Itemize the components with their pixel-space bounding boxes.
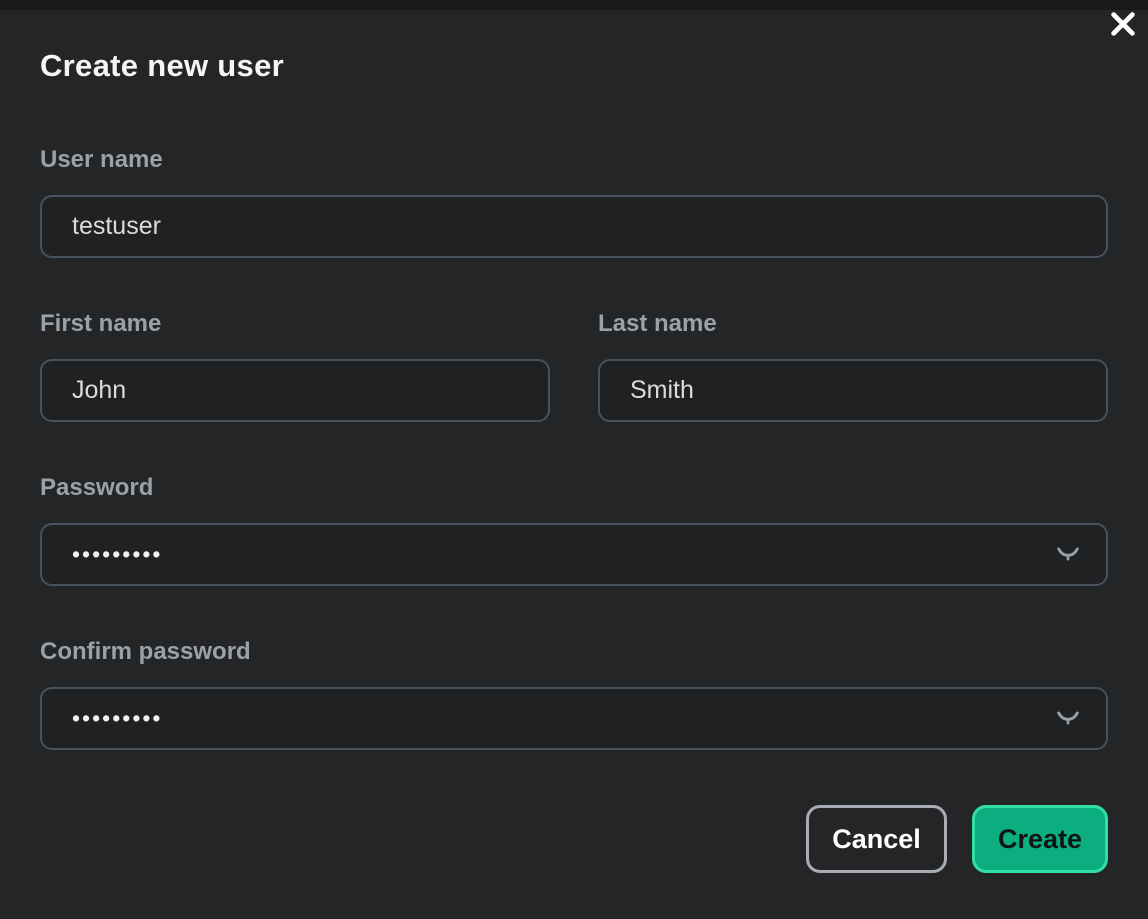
eye-closed-icon [1052, 703, 1084, 734]
confirm-password-input[interactable] [72, 705, 1040, 732]
dialog-footer: Cancel Create [40, 805, 1108, 873]
confirm-password-label: Confirm password [40, 638, 1108, 666]
password-input-box [40, 523, 1108, 586]
password-field-group: Password [40, 474, 1108, 586]
first-name-label: First name [40, 310, 550, 338]
username-input[interactable] [72, 212, 1084, 241]
first-name-input[interactable] [72, 376, 526, 405]
username-input-box [40, 195, 1108, 258]
name-row: First name Last name [40, 310, 1108, 422]
username-field-group: User name [40, 146, 1108, 258]
create-user-dialog: Create new user User name First name Las… [0, 10, 1148, 873]
confirm-password-field-group: Confirm password [40, 638, 1108, 750]
confirm-password-visibility-toggle[interactable] [1052, 703, 1084, 734]
last-name-field-group: Last name [598, 310, 1108, 422]
password-label: Password [40, 474, 1108, 502]
confirm-password-input-box [40, 687, 1108, 750]
cancel-button[interactable]: Cancel [806, 805, 947, 873]
last-name-input-box [598, 359, 1108, 422]
create-button[interactable]: Create [972, 805, 1108, 873]
first-name-input-box [40, 359, 550, 422]
eye-closed-icon [1052, 539, 1084, 570]
first-name-field-group: First name [40, 310, 550, 422]
last-name-label: Last name [598, 310, 1108, 338]
password-input[interactable] [72, 541, 1040, 568]
username-label: User name [40, 146, 1108, 174]
dialog-title: Create new user [40, 10, 1108, 85]
last-name-input[interactable] [630, 376, 1084, 405]
backdrop-strip [0, 0, 1148, 10]
password-visibility-toggle[interactable] [1052, 539, 1084, 570]
